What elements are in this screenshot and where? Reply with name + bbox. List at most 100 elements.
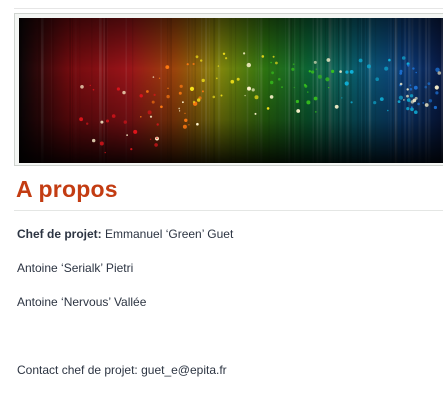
glitter-dot: [433, 105, 437, 110]
glitter-dot: [272, 55, 275, 58]
glitter-dot: [104, 151, 106, 154]
glitter-dot: [153, 93, 156, 96]
glitter-dot: [308, 70, 311, 73]
spectrum-sparkle-image: [19, 18, 443, 163]
glitter-dot: [188, 124, 190, 126]
glitter-dot: [158, 77, 161, 79]
glitter-dot: [403, 99, 405, 101]
glitter-dot: [222, 52, 226, 55]
glitter-dot: [427, 82, 431, 85]
glitter-dot: [246, 62, 251, 68]
glitter-dot: [247, 86, 251, 91]
about-page: A propos Chef de projet: Emmanuel ‘Green…: [0, 0, 443, 417]
glitter-dot: [293, 86, 295, 89]
glitter-dot: [166, 94, 170, 99]
glitter-dot: [422, 102, 425, 104]
glitter-dot: [398, 95, 403, 100]
glitter-dot: [406, 107, 410, 111]
glitter-dot: [156, 123, 159, 126]
glitter-dot: [415, 71, 418, 74]
glitter-dot: [281, 86, 283, 88]
glitter-dot: [147, 110, 152, 115]
glitter-dot: [325, 77, 330, 82]
glitter-dot: [269, 95, 274, 99]
glitter-dot: [201, 78, 205, 83]
glitter-dot: [225, 57, 228, 60]
glitter-dot: [266, 107, 270, 110]
glitter-dot: [311, 70, 315, 74]
glitter-dot: [184, 112, 186, 114]
glitter-dot: [270, 61, 272, 64]
glitter-dot: [212, 95, 216, 99]
glitter-dot: [149, 138, 152, 140]
glitter-dot: [278, 77, 281, 81]
project-lead-name: Emmanuel ‘Green’ Guet: [105, 227, 234, 241]
glitter-dot: [139, 94, 143, 98]
glitter-dot: [414, 110, 418, 114]
glitter-dot: [407, 64, 410, 67]
glitter-dot: [314, 111, 317, 113]
glitter-dot: [179, 110, 181, 112]
glitter-dot: [106, 119, 109, 123]
glitter-dot: [296, 109, 301, 113]
glitter-dot: [437, 71, 442, 75]
glitter-dot: [220, 94, 223, 97]
glitter-dot: [195, 55, 199, 59]
glitter-dot: [111, 114, 116, 118]
glitter-dot: [295, 99, 299, 104]
glitter-dot: [99, 141, 104, 146]
glitter-dot: [192, 100, 196, 104]
glitter-dot: [409, 87, 413, 91]
glitter-dot: [149, 115, 153, 118]
glitter-dot: [384, 66, 389, 71]
contact-email: guet_e@epita.fr: [141, 363, 227, 377]
glitter-dot: [414, 96, 418, 100]
glitter-dot: [409, 101, 411, 103]
glitter-dot: [406, 94, 409, 98]
glitter-dot: [409, 94, 414, 98]
glitter-dot: [315, 68, 317, 70]
glitter-dot: [271, 71, 274, 75]
glitter-dot: [100, 120, 104, 124]
glitter-dot: [123, 120, 128, 124]
glitter-dot: [192, 62, 195, 66]
glitter-dot: [326, 58, 331, 62]
glitter-dot: [178, 91, 182, 95]
header-banner-image: [19, 18, 443, 163]
glitter-dot: [375, 77, 380, 81]
glitter-dot: [86, 122, 89, 125]
glitter-dot: [151, 100, 155, 104]
glitter-dot: [196, 122, 199, 126]
glitter-dot: [244, 94, 246, 97]
glitter-dot: [410, 106, 413, 109]
glitter-dot: [197, 98, 201, 102]
glitter-dot: [130, 148, 133, 151]
contact-label: Contact chef de projet:: [17, 363, 138, 377]
glitter-dot: [334, 104, 339, 109]
glitter-dot: [126, 134, 128, 136]
glitter-dot: [417, 102, 420, 106]
glitter-dot: [409, 84, 412, 87]
glitter-dot: [186, 63, 189, 66]
team-member-serialk: Antoine ‘Serialk’ Pietri: [17, 261, 134, 275]
team-member-nervous: Antoine ‘Nervous’ Vallée: [17, 295, 147, 309]
glitter-dot: [331, 69, 335, 73]
glitter-dot: [182, 124, 187, 129]
glitter-dot: [313, 60, 317, 64]
glitter-dot: [179, 84, 183, 88]
glitter-dot: [254, 112, 257, 115]
title-divider: [14, 210, 443, 211]
glitter-dot: [345, 70, 349, 74]
glitter-dot: [307, 91, 309, 93]
glitter-dot: [291, 67, 295, 71]
header-banner-frame: [14, 13, 443, 166]
glitter-dot: [182, 101, 184, 104]
glitter-dot: [306, 100, 311, 105]
glitter-dot: [349, 70, 354, 74]
glitter-dot: [243, 52, 246, 55]
glitter-dot: [154, 143, 158, 147]
glitter-dot: [254, 95, 259, 100]
glitter-dot: [275, 61, 278, 65]
glitter-dot: [424, 103, 429, 107]
glitter-dot: [140, 116, 142, 118]
